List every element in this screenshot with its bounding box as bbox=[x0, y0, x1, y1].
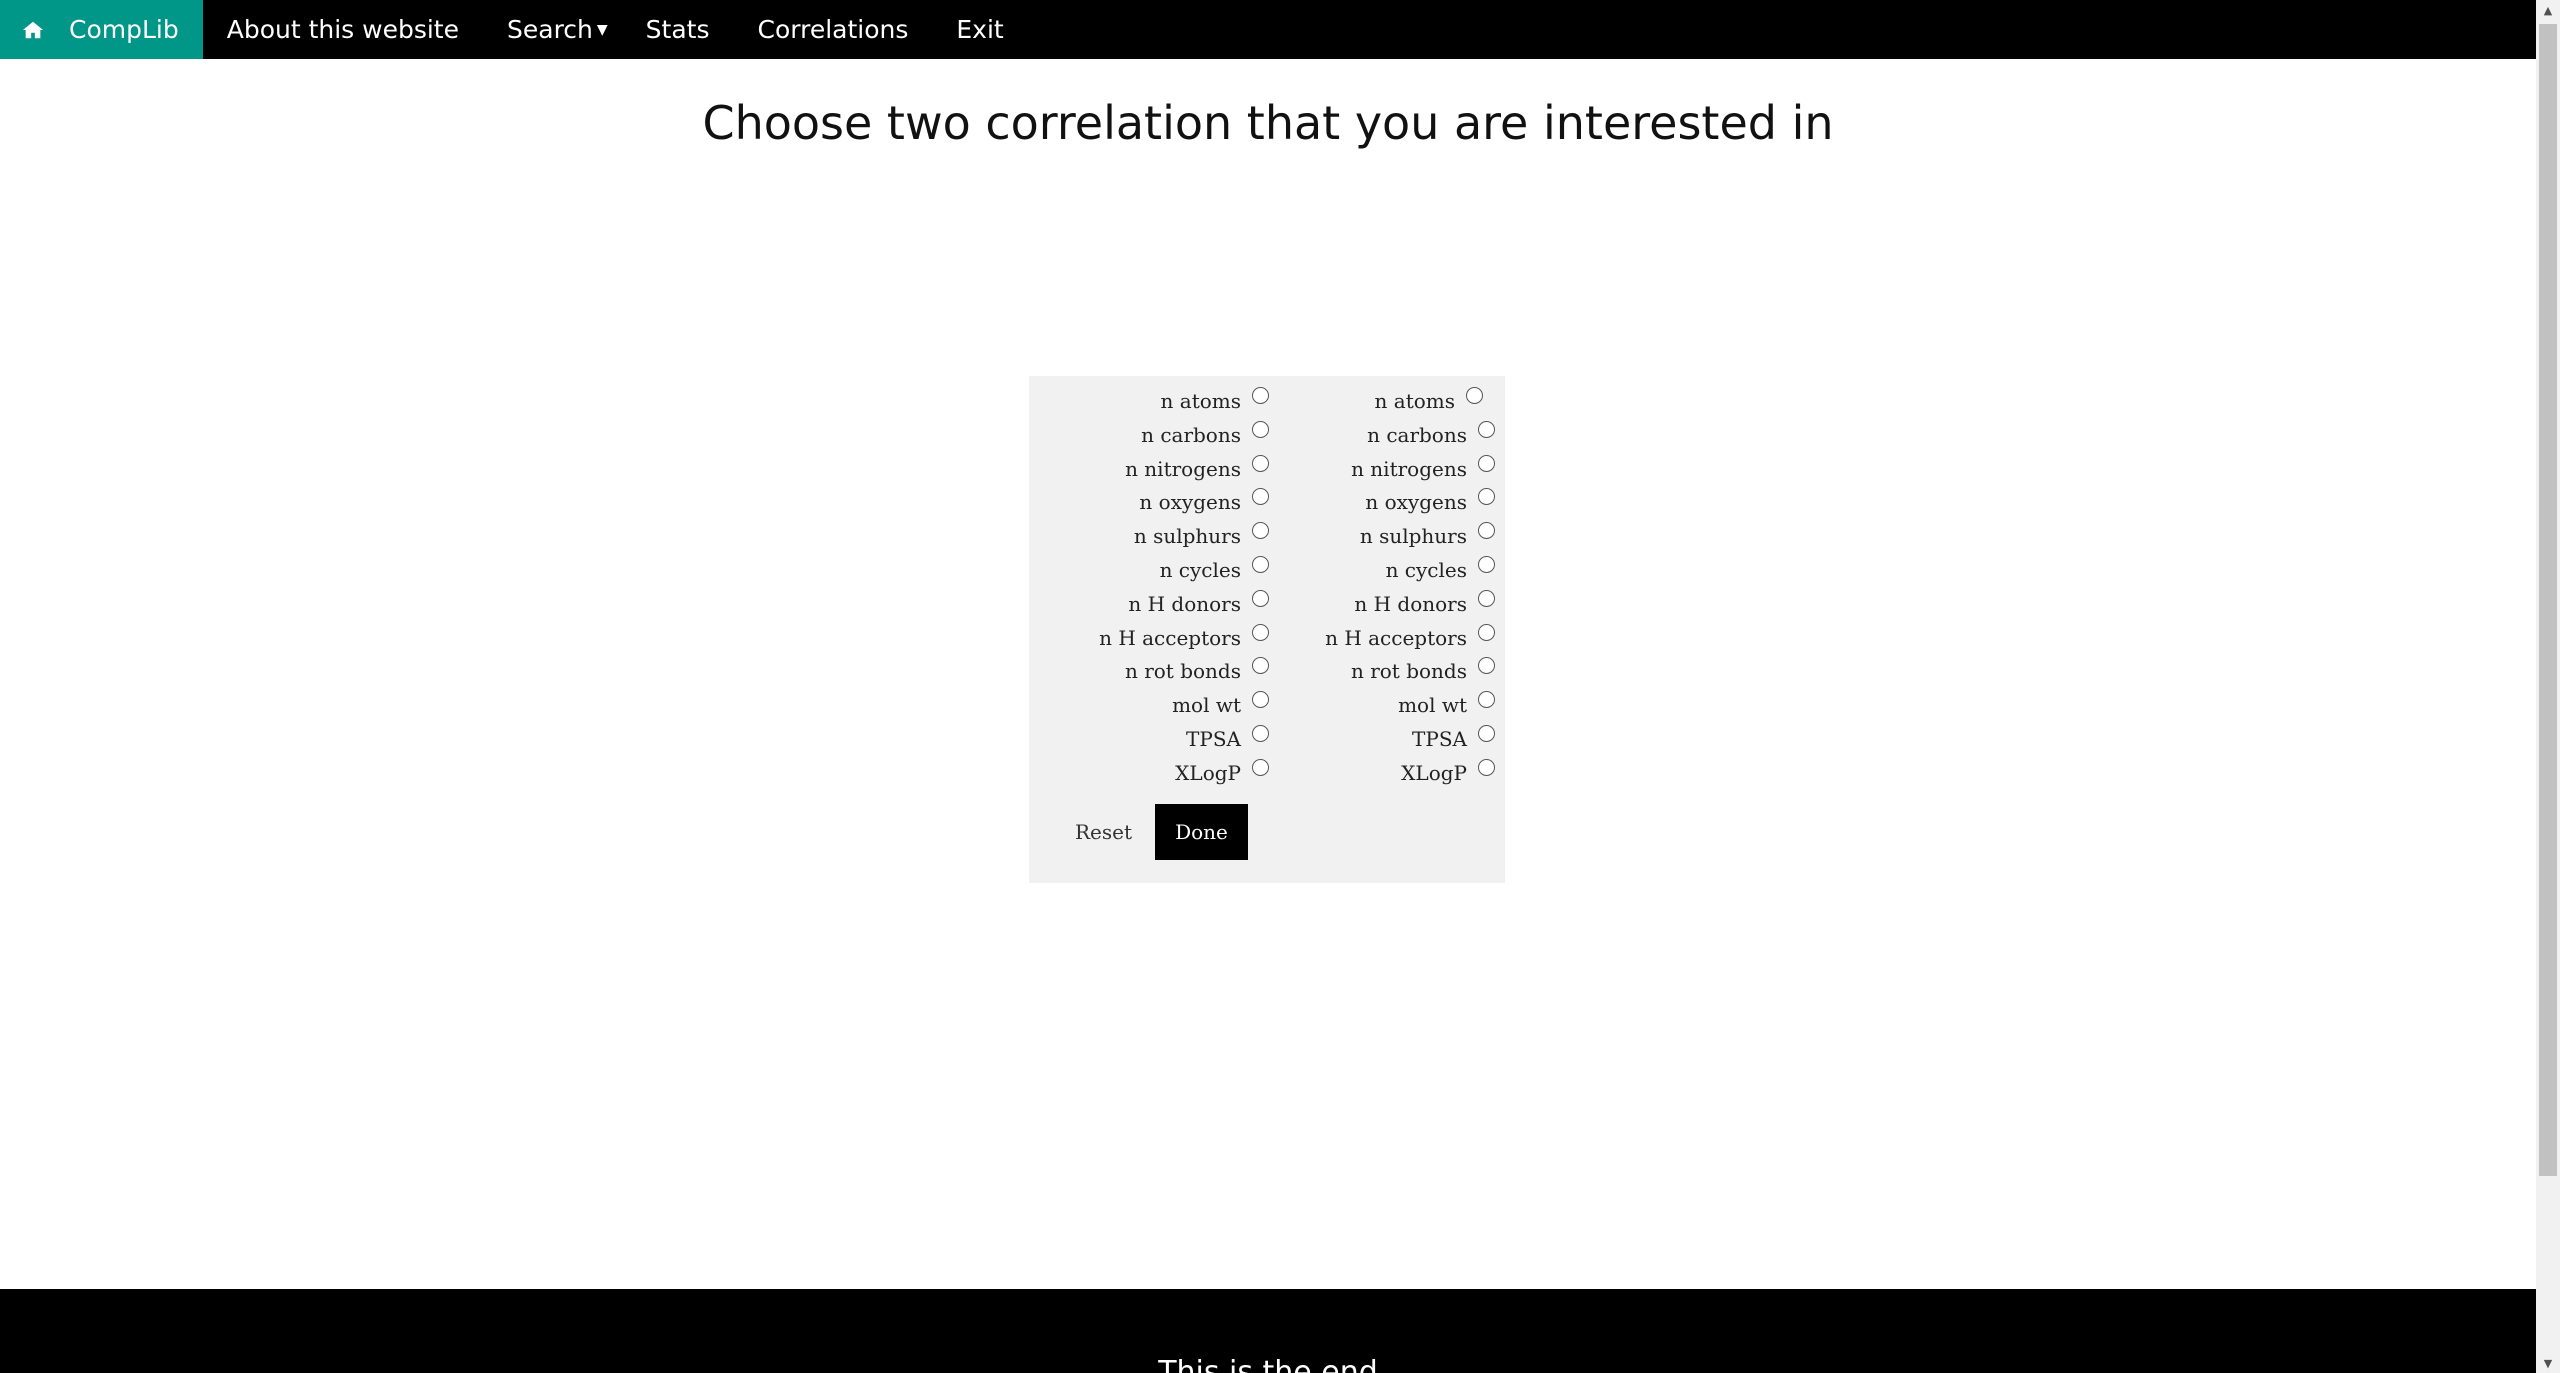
right-option-radio[interactable] bbox=[1478, 555, 1495, 573]
left-option-radio[interactable] bbox=[1252, 758, 1269, 776]
nav-stats[interactable]: Stats bbox=[622, 0, 734, 59]
right-option-radio[interactable] bbox=[1478, 657, 1495, 675]
right-option-radio[interactable] bbox=[1478, 691, 1495, 709]
nav-stats-label: Stats bbox=[645, 15, 710, 44]
right-option-label: n H acceptors bbox=[1325, 625, 1467, 650]
left-option-radio[interactable] bbox=[1252, 454, 1269, 472]
top-navbar: CompLib About this website Search ▼ Stats… bbox=[0, 0, 2536, 59]
right-option-label: mol wt bbox=[1398, 693, 1467, 718]
nav-home-label: CompLib bbox=[69, 15, 179, 44]
left-option-label: n nitrogens bbox=[1125, 456, 1241, 481]
right-option-row: n oxygens bbox=[1269, 485, 1495, 519]
nav-search-dropdown[interactable]: Search ▼ bbox=[483, 0, 622, 59]
left-option-row: TPSA bbox=[1029, 722, 1269, 756]
left-option-radio[interactable] bbox=[1252, 420, 1269, 438]
right-option-label: TPSA bbox=[1412, 726, 1467, 751]
left-option-row: n rot bonds bbox=[1029, 654, 1269, 688]
left-option-label: n sulphurs bbox=[1133, 524, 1241, 549]
nav-home-link[interactable]: CompLib bbox=[0, 0, 203, 59]
left-option-row: n carbons bbox=[1029, 418, 1269, 452]
left-option-label: n H donors bbox=[1128, 591, 1241, 616]
nav-about-label: About this website bbox=[226, 15, 459, 44]
left-option-row: mol wt bbox=[1029, 688, 1269, 722]
left-option-label: n cycles bbox=[1159, 557, 1241, 582]
nav-exit[interactable]: Exit bbox=[932, 0, 1027, 59]
right-option-label: n sulphurs bbox=[1359, 524, 1467, 549]
right-option-row: n cycles bbox=[1269, 553, 1495, 587]
right-option-row: n carbons bbox=[1269, 418, 1495, 452]
right-option-radio[interactable] bbox=[1466, 387, 1483, 404]
left-option-row: XLogP bbox=[1029, 756, 1269, 790]
right-option-radio[interactable] bbox=[1478, 420, 1495, 438]
correlation-form: n atoms n carbons n nitrogens n oxygens n su… bbox=[1029, 376, 1505, 883]
right-option-radio[interactable] bbox=[1478, 589, 1495, 607]
home-icon bbox=[22, 21, 44, 38]
nav-correlations-label: Correlations bbox=[757, 15, 909, 44]
left-option-row: n H donors bbox=[1029, 587, 1269, 621]
right-option-label: n cycles bbox=[1385, 557, 1467, 582]
right-option-row: n rot bonds bbox=[1269, 654, 1495, 688]
right-option-row: n nitrogens bbox=[1269, 452, 1495, 486]
right-option-radio[interactable] bbox=[1478, 724, 1495, 742]
reset-button[interactable]: Reset bbox=[1075, 820, 1132, 844]
right-option-row: XLogP bbox=[1269, 756, 1495, 790]
right-option-label: n nitrogens bbox=[1351, 456, 1467, 481]
left-option-radio[interactable] bbox=[1252, 724, 1269, 742]
left-option-label: n atoms bbox=[1160, 389, 1241, 413]
caret-down-icon: ▼ bbox=[596, 21, 608, 38]
left-option-radio[interactable] bbox=[1252, 555, 1269, 573]
right-option-label: n rot bonds bbox=[1350, 659, 1467, 684]
left-option-radio[interactable] bbox=[1252, 522, 1269, 540]
scroll-down-icon[interactable]: ▼ bbox=[2536, 1353, 2560, 1373]
left-option-label: TPSA bbox=[1186, 726, 1241, 751]
left-option-label: n H acceptors bbox=[1099, 625, 1241, 650]
left-option-radio[interactable] bbox=[1252, 657, 1269, 675]
scroll-up-icon[interactable]: ▲ bbox=[2536, 0, 2560, 20]
left-option-label: n rot bonds bbox=[1124, 659, 1241, 684]
right-option-radio[interactable] bbox=[1478, 758, 1495, 776]
right-option-row: TPSA bbox=[1269, 722, 1495, 756]
left-option-radio[interactable] bbox=[1252, 589, 1269, 607]
nav-correlations[interactable]: Correlations bbox=[734, 0, 933, 59]
nav-about[interactable]: About this website bbox=[203, 0, 483, 59]
left-option-row: n sulphurs bbox=[1029, 519, 1269, 553]
right-option-radio[interactable] bbox=[1478, 522, 1495, 540]
footer-text: This is the end bbox=[1158, 1355, 1378, 1373]
left-option-radio[interactable] bbox=[1252, 691, 1269, 709]
right-option-row: n atoms bbox=[1269, 384, 1495, 418]
right-option-row: n H acceptors bbox=[1269, 621, 1495, 655]
right-option-row: n H donors bbox=[1269, 587, 1495, 621]
left-option-label: n oxygens bbox=[1139, 490, 1241, 515]
left-option-radio[interactable] bbox=[1252, 488, 1269, 506]
right-option-label: n H donors bbox=[1354, 591, 1467, 616]
footer: This is the end bbox=[0, 1289, 2536, 1373]
left-option-label: n carbons bbox=[1141, 422, 1241, 447]
scrollbar-thumb[interactable] bbox=[2539, 24, 2557, 1176]
done-button[interactable]: Done bbox=[1155, 804, 1248, 860]
left-radio-group: n atoms n carbons n nitrogens n oxygens n su… bbox=[1029, 384, 1269, 790]
left-option-radio[interactable] bbox=[1252, 623, 1269, 641]
right-option-label: XLogP bbox=[1401, 760, 1467, 785]
left-option-label: mol wt bbox=[1172, 693, 1241, 718]
right-option-row: n sulphurs bbox=[1269, 519, 1495, 553]
right-option-label: n carbons bbox=[1367, 422, 1467, 447]
left-option-row: n cycles bbox=[1029, 553, 1269, 587]
right-option-label: n atoms bbox=[1374, 389, 1455, 413]
right-option-radio[interactable] bbox=[1478, 454, 1495, 472]
right-option-label: n oxygens bbox=[1365, 490, 1467, 515]
left-option-row: n oxygens bbox=[1029, 485, 1269, 519]
page-title: Choose two correlation that you are inte… bbox=[702, 96, 1834, 150]
left-option-label: XLogP bbox=[1175, 760, 1241, 785]
left-option-row: n atoms bbox=[1029, 384, 1269, 418]
left-option-row: n nitrogens bbox=[1029, 452, 1269, 486]
right-option-row: mol wt bbox=[1269, 688, 1495, 722]
left-option-radio[interactable] bbox=[1252, 387, 1269, 404]
vertical-scrollbar[interactable]: ▲ ▼ bbox=[2536, 0, 2560, 1373]
nav-exit-label: Exit bbox=[956, 15, 1004, 44]
right-option-radio[interactable] bbox=[1478, 623, 1495, 641]
right-radio-group: n atoms n carbons n nitrogens n oxygens n su… bbox=[1269, 384, 1495, 790]
left-option-row: n H acceptors bbox=[1029, 621, 1269, 655]
nav-search-label: Search bbox=[507, 15, 593, 44]
right-option-radio[interactable] bbox=[1478, 488, 1495, 506]
